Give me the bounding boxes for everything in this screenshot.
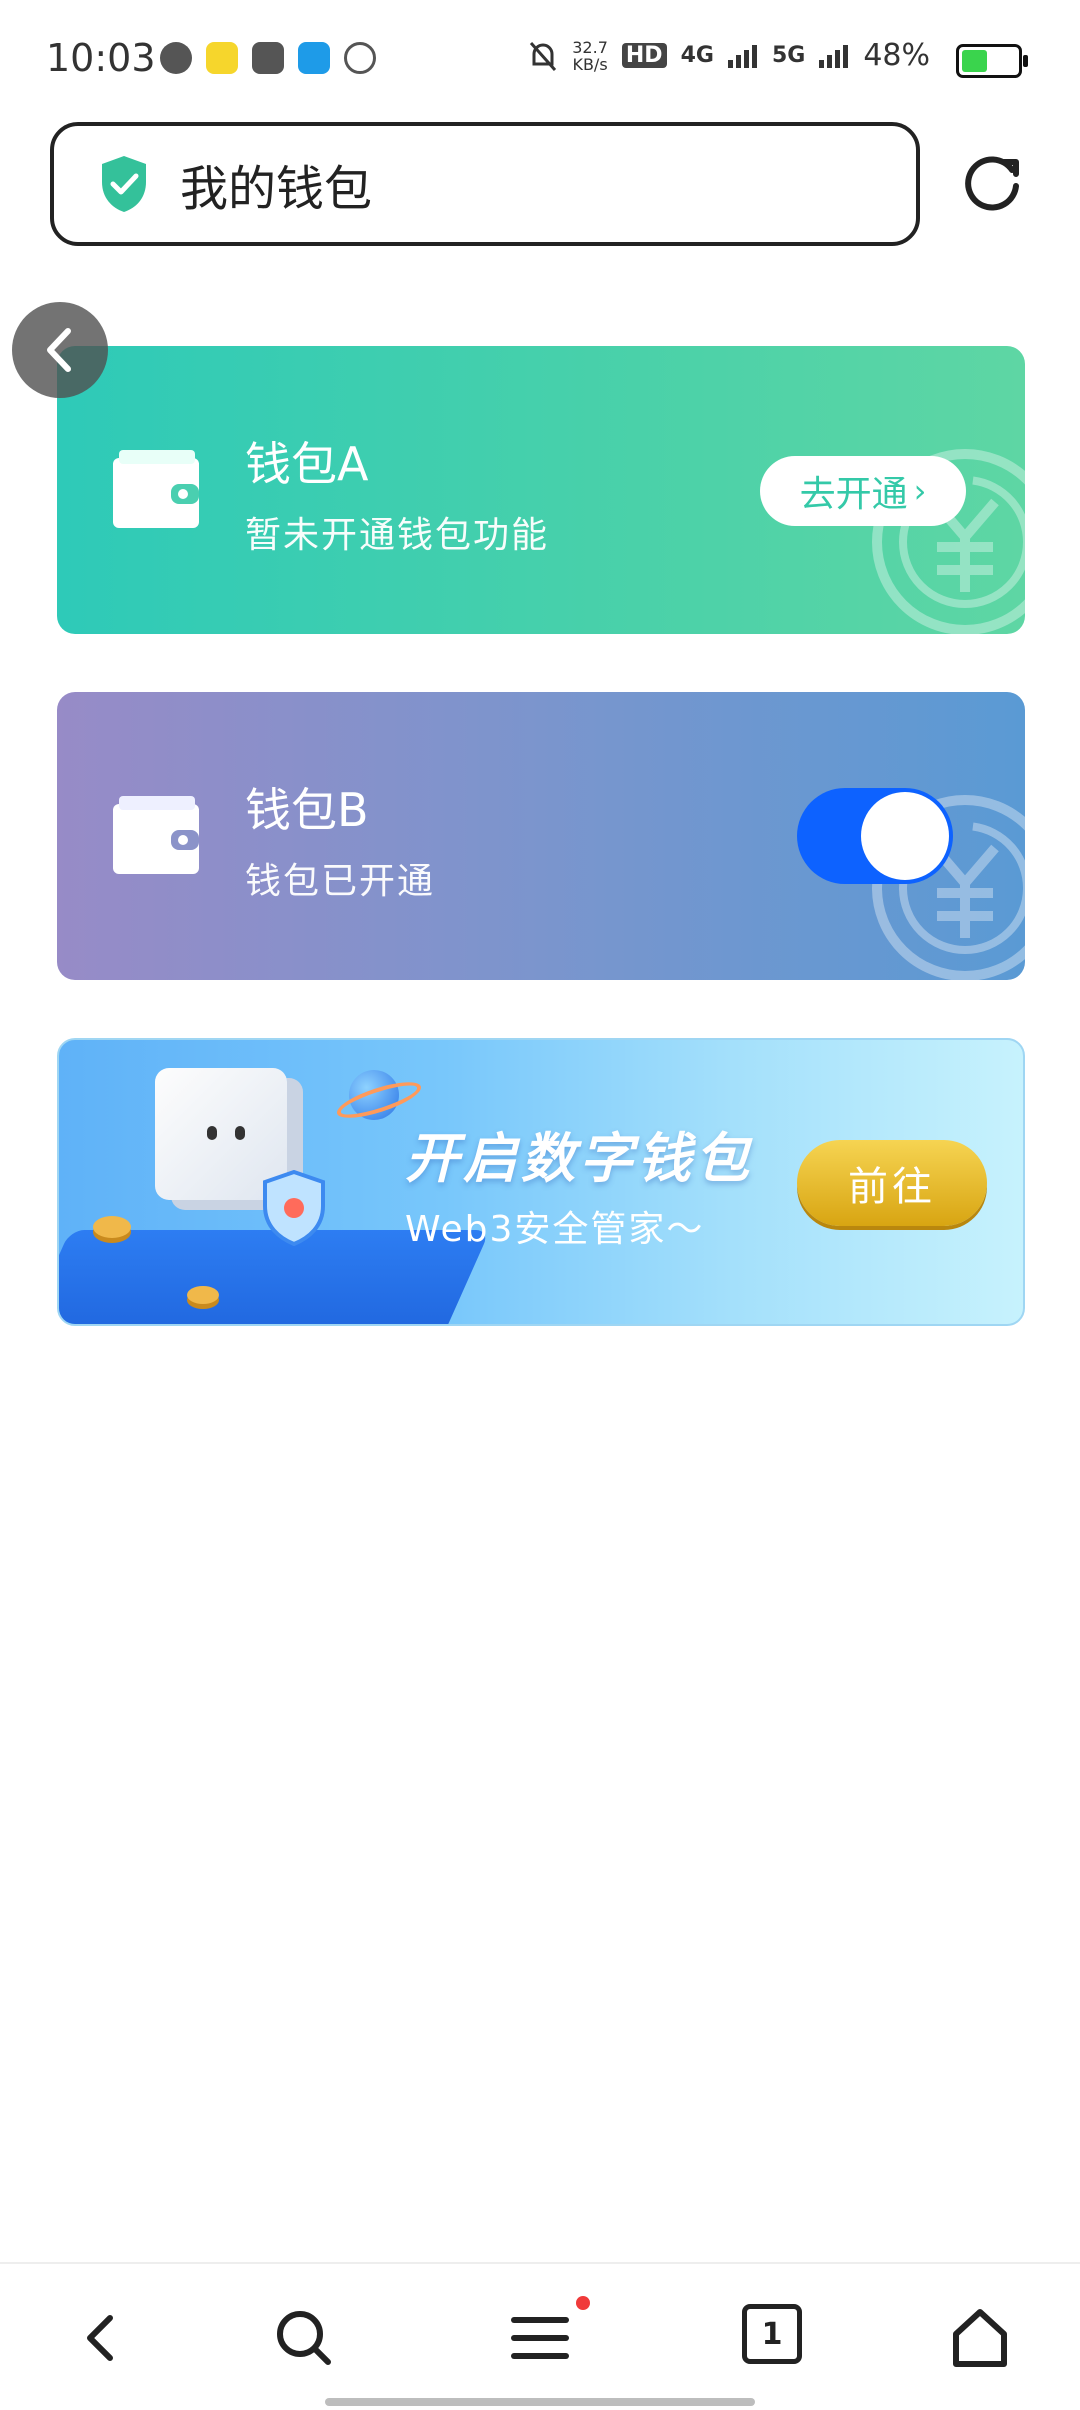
search-icon[interactable]	[270, 2304, 338, 2372]
tab-count: 1	[761, 2316, 783, 2352]
notification-dot	[576, 2296, 590, 2310]
go-button[interactable]: 前往	[797, 1140, 987, 1226]
wallet-a-title: 钱包A	[245, 437, 369, 491]
signal-icon-2	[819, 44, 849, 68]
notification-icons	[160, 42, 376, 74]
tabs-icon[interactable]: 1	[742, 2304, 802, 2364]
status-time: 10:03	[46, 36, 156, 80]
message-bubble-icon	[160, 42, 192, 74]
compass-icon	[344, 42, 376, 74]
digital-wallet-banner[interactable]: 开启数字钱包 Web3安全管家～ 前往	[57, 1038, 1025, 1326]
video-play-icon	[252, 42, 284, 74]
chevron-right-icon: ›	[913, 472, 927, 510]
net-speed: 32.7 KB/s	[572, 37, 608, 74]
battery-icon	[956, 44, 1028, 78]
network-5g: 5G	[771, 43, 806, 68]
signal-icon	[727, 44, 757, 68]
home-icon[interactable]	[946, 2304, 1014, 2372]
status-right: 32.7 KB/s HD 4G 5G 48%	[528, 38, 930, 73]
wallet-a-card[interactable]: 钱包A 暂未开通钱包功能 去开通 ›	[57, 346, 1025, 634]
status-bar: 10:03 32.7 KB/s HD 4G 5G 48%	[0, 0, 1080, 120]
shield-check-icon	[102, 156, 146, 212]
menu-icon[interactable]	[506, 2304, 574, 2372]
wallet-a-status: 暂未开通钱包功能	[245, 515, 550, 556]
activate-wallet-button[interactable]: 去开通 ›	[760, 456, 966, 526]
banner-title: 开启数字钱包	[405, 1127, 753, 1190]
bottom-navigation: 1	[0, 2262, 1080, 2410]
app-blue-icon	[298, 42, 330, 74]
wallet-icon	[113, 450, 199, 528]
mute-bell-icon	[530, 41, 557, 71]
battery-percent: 48%	[863, 38, 930, 73]
home-indicator[interactable]	[325, 2398, 755, 2406]
wallet-b-toggle[interactable]	[797, 788, 953, 884]
chevron-left-icon	[47, 328, 71, 372]
back-icon[interactable]	[66, 2304, 134, 2372]
wallet-b-title: 钱包B	[245, 783, 369, 837]
toggle-knob	[861, 792, 949, 880]
activate-label: 去开通	[799, 474, 908, 515]
app-yellow-icon	[206, 42, 238, 74]
floating-back-button[interactable]	[12, 302, 108, 398]
page-title: 我的钱包	[180, 161, 373, 217]
wallet-icon	[113, 796, 199, 874]
coin-illustration	[93, 1216, 131, 1238]
wallet-b-card[interactable]: 钱包B 钱包已开通	[57, 692, 1025, 980]
banner-subtitle: Web3安全管家～	[405, 1209, 705, 1250]
hd-badge: HD	[621, 43, 667, 68]
network-4g: 4G	[680, 43, 714, 68]
wallet-b-status: 钱包已开通	[245, 861, 436, 902]
refresh-icon[interactable]	[960, 150, 1026, 216]
coin-illustration	[187, 1286, 219, 1304]
shield-illustration	[263, 1170, 325, 1246]
title-bar: 我的钱包	[50, 122, 920, 246]
